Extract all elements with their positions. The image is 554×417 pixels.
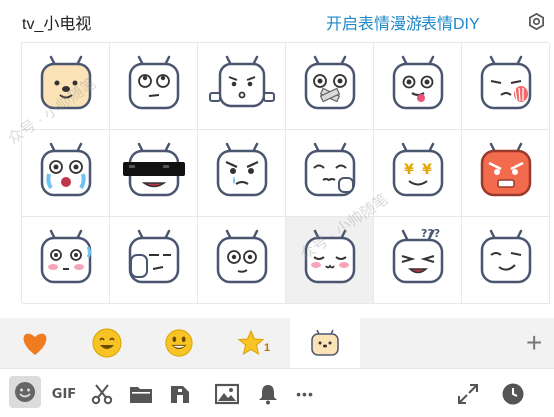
svg-text:¥: ¥ <box>422 162 432 178</box>
sticker-confused[interactable]: ??? <box>374 217 462 304</box>
svg-text:???: ??? <box>421 227 440 240</box>
tongue-out-sticker-icon <box>392 55 443 110</box>
settings-icon[interactable] <box>528 13 545 30</box>
tab-emoji-classic[interactable] <box>144 318 214 368</box>
history-button[interactable] <box>500 381 526 407</box>
roll-eyes-sticker-icon <box>128 55 179 110</box>
furious-sticker-icon <box>480 142 531 197</box>
image-icon <box>215 383 239 405</box>
scissors-icon <box>91 384 113 405</box>
smirk-sticker-icon <box>480 229 531 284</box>
sticker-stare[interactable] <box>198 217 286 304</box>
clock-icon <box>502 383 524 405</box>
diy-link[interactable]: 表情DIY <box>421 10 480 34</box>
facepalm-sticker-icon <box>128 229 179 284</box>
money-eyes-sticker-icon: ¥ ¥ <box>392 142 443 197</box>
gif-button[interactable]: GIF <box>50 381 78 407</box>
sticker-furious[interactable] <box>462 130 550 217</box>
sticker-shy[interactable] <box>462 43 550 130</box>
expand-arrows-icon <box>458 384 478 404</box>
send-file-button[interactable] <box>128 381 154 407</box>
content-sticker-icon <box>304 229 355 284</box>
smiley-icon <box>15 382 35 402</box>
screenshot-button[interactable] <box>89 381 115 407</box>
sticker-facepalm[interactable] <box>110 217 198 304</box>
sticker-thinking[interactable] <box>286 130 374 217</box>
tab-starred[interactable]: 1 <box>216 318 286 368</box>
sticker-crying[interactable] <box>22 130 110 217</box>
sticker-cool-sunglasses[interactable] <box>110 130 198 217</box>
send-image-button[interactable] <box>214 381 240 407</box>
tab-tv-package[interactable] <box>290 318 360 368</box>
shy-sticker-icon <box>480 55 531 110</box>
heart-icon <box>23 333 47 355</box>
sticker-happy-dog[interactable] <box>22 43 110 130</box>
add-package-button[interactable]: + <box>526 329 542 357</box>
mini-program-icon <box>171 386 189 403</box>
expand-button[interactable] <box>455 381 481 407</box>
star-icon <box>237 329 265 356</box>
mouth-taped-sticker-icon <box>304 55 355 110</box>
sticker-shrug[interactable] <box>198 43 286 130</box>
svg-text:¥: ¥ <box>404 162 414 178</box>
tv-package-icon <box>311 329 339 356</box>
panel-header: tv_小电视 开启表情漫游 表情DIY <box>0 0 554 40</box>
grin-emoji-icon <box>92 328 122 358</box>
shrug-sticker-icon <box>208 55 275 108</box>
smile-emoji-icon <box>165 329 193 357</box>
folder-icon <box>130 387 152 403</box>
mini-program-button[interactable] <box>167 381 193 407</box>
gif-label: GIF <box>51 386 77 402</box>
sticker-mouth-taped[interactable] <box>286 43 374 130</box>
more-button[interactable]: ••• <box>288 381 322 407</box>
confused-sticker-icon: ??? <box>392 227 443 284</box>
stare-sticker-icon <box>216 229 267 284</box>
angry-tear-sticker-icon <box>216 142 267 197</box>
blush-sticker-icon <box>40 229 91 284</box>
package-tab-bar: 1 <box>0 318 554 368</box>
bottom-toolbar: GIF ••• <box>0 368 554 417</box>
bell-icon <box>259 385 277 405</box>
sticker-grid: ¥ ¥ ??? <box>21 42 550 304</box>
sticker-roll-eyes[interactable] <box>110 43 198 130</box>
happy-dog-sticker-icon <box>40 55 91 110</box>
notifications-button[interactable] <box>255 381 281 407</box>
cool-sunglasses-sticker-icon <box>122 142 185 197</box>
sticker-blush[interactable] <box>22 217 110 304</box>
tab-emoji-animated[interactable] <box>72 318 142 368</box>
package-title: tv_小电视 <box>22 16 92 33</box>
sticker-smirk[interactable] <box>462 217 550 304</box>
sticker-money-eyes[interactable]: ¥ ¥ <box>374 130 462 217</box>
star-count-badge: 1 <box>264 342 271 354</box>
emoji-panel-button[interactable] <box>9 376 41 408</box>
sticker-content[interactable] <box>286 217 374 304</box>
enable-roaming-link[interactable]: 开启表情漫游 <box>326 10 422 34</box>
sticker-angry-tear[interactable] <box>198 130 286 217</box>
crying-sticker-icon <box>40 142 91 197</box>
thinking-sticker-icon <box>304 142 355 197</box>
tab-favorites[interactable] <box>0 318 70 368</box>
sticker-tongue-out[interactable] <box>374 43 462 130</box>
